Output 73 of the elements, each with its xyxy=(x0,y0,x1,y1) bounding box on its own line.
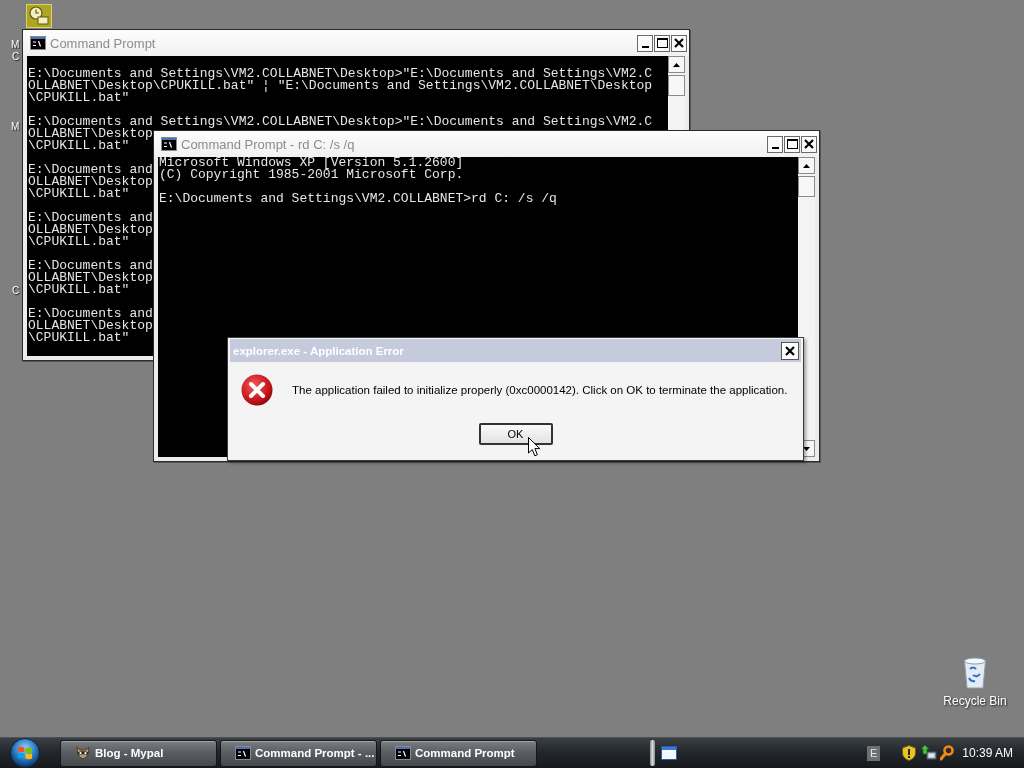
taskbar-button[interactable]: Blog - Mypal xyxy=(60,739,217,767)
scroll-thumb[interactable] xyxy=(668,75,685,96)
terminal-icon xyxy=(395,746,411,760)
console-line: E:\Documents and xyxy=(28,164,153,176)
taskbar-button[interactable]: Command Prompt xyxy=(380,739,537,767)
down-arrow-icon xyxy=(803,446,810,451)
scroll-up-button[interactable] xyxy=(668,56,685,73)
console-line: \CPUKILL.bat" xyxy=(28,188,130,200)
scroll-up-button[interactable] xyxy=(798,157,815,174)
console-line: \CPUKILL.bat" xyxy=(28,236,130,248)
flag-orb-icon xyxy=(10,738,40,768)
close-icon xyxy=(804,139,814,149)
terminal-icon[interactable] xyxy=(30,36,46,50)
taskbar-button[interactable]: Command Prompt - ... xyxy=(220,739,377,767)
console-line: \CPUKILL.bat" xyxy=(28,92,130,104)
terminal-icon[interactable] xyxy=(161,137,177,151)
close-button[interactable] xyxy=(671,34,687,52)
console-line: E:\Documents and xyxy=(28,212,153,224)
console-line: OLLABNET\Desktop\CPUKILL.bat" ¦ "E:\Documents and Settings\VM2.COLLABNET\Desktop xyxy=(28,80,653,92)
up-arrow-icon xyxy=(803,163,810,168)
taskbar-grip[interactable] xyxy=(650,740,655,766)
desktop-icon-label[interactable]: C xyxy=(12,285,20,297)
console-line: E:\Documents and xyxy=(28,260,153,272)
desktop-icon-label[interactable]: M xyxy=(11,121,20,133)
terminal-icon xyxy=(235,746,251,760)
window-icon[interactable] xyxy=(661,746,677,760)
console-line: OLLABNET\Desktop xyxy=(28,224,153,236)
console-line: OLLABNET\Desktop xyxy=(28,128,153,140)
console-line: E:\Documents and Settings\VM2.COLLABNET\Desktop>"E:\Documents and Settings\VM2.C xyxy=(28,68,653,80)
close-icon xyxy=(785,345,795,356)
error-icon xyxy=(241,374,273,406)
close-button[interactable] xyxy=(781,341,799,360)
close-button[interactable] xyxy=(801,135,817,153)
minimize-icon xyxy=(771,146,779,149)
clock[interactable]: 10:39 AM xyxy=(962,746,1013,760)
console-line: E:\Documents and xyxy=(28,308,153,320)
start-button[interactable] xyxy=(10,738,40,768)
up-arrow-icon xyxy=(673,62,680,67)
search-icon[interactable] xyxy=(940,745,955,761)
minimize-button[interactable] xyxy=(767,135,783,153)
clock-tile-icon[interactable] xyxy=(26,4,52,28)
scroll-thumb[interactable] xyxy=(798,176,815,197)
console-line: (C) Copyright 1985-2001 Microsoft Corp. xyxy=(159,169,464,181)
console-line: E:\Documents and Settings\VM2.COLLABNET>rd C: /s /q xyxy=(159,193,557,205)
network-icon[interactable] xyxy=(921,745,938,761)
dialog-title: explorer.exe - Application Error xyxy=(233,344,405,357)
desktop-icon-label[interactable]: M xyxy=(11,39,20,51)
console-line: OLLABNET\Desktop xyxy=(28,272,153,284)
maximize-button[interactable] xyxy=(654,34,670,52)
shield-warning-icon[interactable] xyxy=(902,745,917,761)
minimize-button[interactable] xyxy=(637,34,653,52)
close-icon xyxy=(674,38,684,48)
console-line: \CPUKILL.bat" xyxy=(28,332,130,344)
console-line: \CPUKILL.bat" xyxy=(28,284,130,296)
console-line: OLLABNET\Desktop xyxy=(28,320,153,332)
console-line: \CPUKILL.bat" xyxy=(28,140,130,152)
console-line: E:\Documents and Settings\VM2.COLLABNET\Desktop>"E:\Documents and Settings\VM2.C xyxy=(28,116,653,128)
error-message: The application failed to initialize properly (0xc0000142). Click on OK to terminate the application. xyxy=(292,384,788,396)
maximize-icon xyxy=(656,38,668,48)
mouse-pointer-icon xyxy=(528,437,541,457)
maximize-button[interactable] xyxy=(784,135,800,153)
window-title: Command Prompt - rd C: /s /q xyxy=(181,136,356,152)
ok-button[interactable]: OK xyxy=(478,423,553,445)
maximize-icon xyxy=(786,139,798,149)
console-line: Microsoft Windows XP [Version 5.1.2600] xyxy=(159,157,464,169)
recycle-bin-label[interactable]: Recycle Bin xyxy=(943,694,1007,708)
window-title: Command Prompt xyxy=(50,35,157,51)
minimize-icon xyxy=(641,45,649,48)
raccoon-face-icon xyxy=(75,746,91,760)
console-line: OLLABNET\Desktop xyxy=(28,176,153,188)
desktop-icon-label[interactable]: C xyxy=(12,51,20,63)
recycle-bin-icon[interactable] xyxy=(962,657,988,689)
language-indicator[interactable]: E xyxy=(866,745,881,761)
